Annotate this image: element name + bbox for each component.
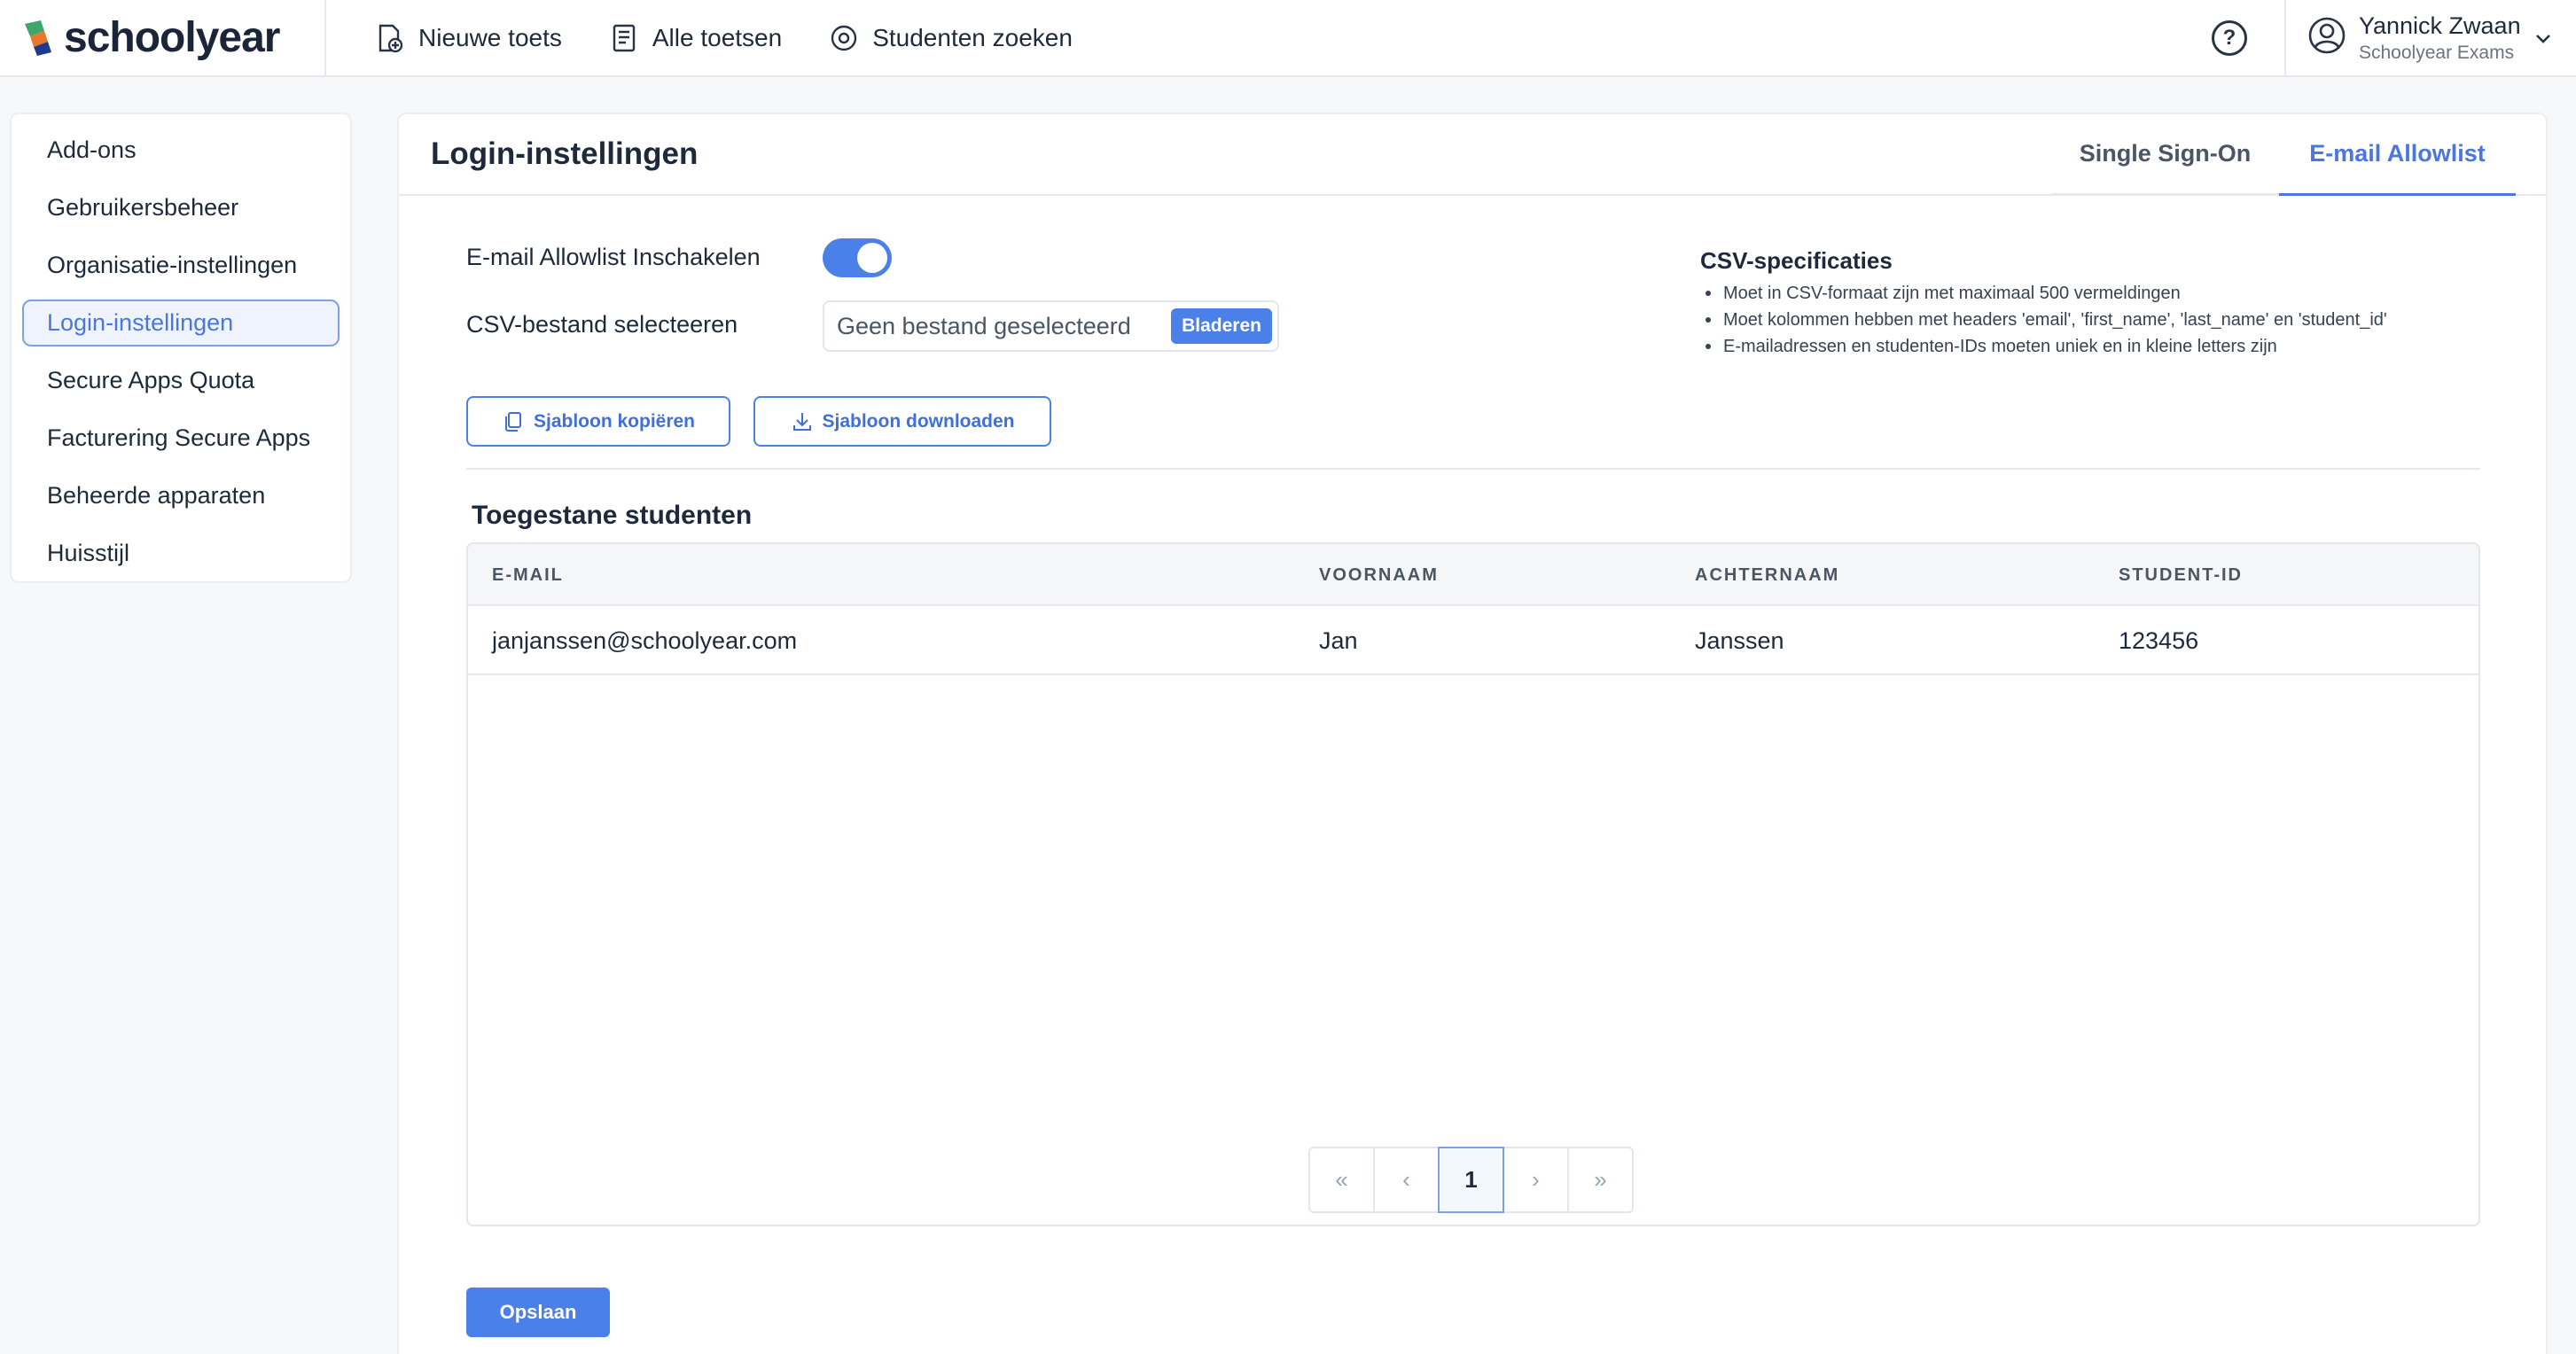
csv-file-input[interactable]: Geen bestand geselecteerd Bladeren — [823, 300, 1279, 352]
cell-last-name: Janssen — [1695, 626, 1784, 654]
allowed-students-title: Toegestane studenten — [472, 501, 753, 530]
current-page-button[interactable]: 1 — [1438, 1147, 1504, 1213]
pagination: « ‹ 1 › » — [1308, 1147, 1634, 1213]
sidebar-item-login-settings[interactable]: Login-instellingen — [22, 300, 340, 346]
settings-sidebar: Add-ons Gebruikersbeheer Organisatie-ins… — [10, 113, 352, 583]
toggle-label: E-mail Allowlist Inschakelen — [466, 244, 761, 270]
nav-all-exams[interactable]: Alle toetsen — [608, 22, 782, 54]
copy-icon — [504, 411, 521, 432]
brand-name: schoolyear — [64, 14, 280, 61]
document-list-icon — [613, 24, 636, 51]
section-divider — [466, 468, 2480, 470]
last-page-button[interactable]: » — [1567, 1147, 1634, 1213]
nav-search-students-label: Studenten zoeken — [872, 23, 1073, 51]
download-template-label: Sjabloon downloaden — [822, 410, 1015, 432]
allowed-students-table: E-MAIL VOORNAAM ACHTERNAAM STUDENT-ID ja… — [466, 542, 2480, 1226]
copy-template-label: Sjabloon kopiëren — [533, 410, 696, 432]
email-allowlist-toggle[interactable] — [823, 238, 892, 277]
next-page-button[interactable]: › — [1503, 1147, 1569, 1213]
file-placeholder: Geen bestand geselecteerd — [837, 312, 1131, 339]
user-info: Yannick Zwaan Schoolyear Exams — [2359, 12, 2521, 65]
sidebar-item-secure-apps-quota[interactable]: Secure Apps Quota — [22, 357, 340, 404]
page-title: Login-instellingen — [431, 136, 699, 171]
nav-new-exam[interactable]: Nieuwe toets — [374, 22, 562, 54]
save-button[interactable]: Opslaan — [466, 1288, 610, 1337]
download-template-button[interactable]: Sjabloon downloaden — [753, 396, 1051, 447]
at-search-icon — [831, 25, 857, 51]
nav-all-exams-label: Alle toetsen — [652, 23, 783, 51]
user-avatar-icon — [2307, 16, 2346, 59]
cell-student-id: 123456 — [2119, 626, 2199, 654]
toggle-knob — [857, 243, 887, 273]
csv-specs-title: CSV-specificaties — [1700, 247, 1893, 274]
toggle-row: E-mail Allowlist Inschakelen — [466, 244, 761, 271]
column-header-last-name[interactable]: ACHTERNAAM — [1695, 544, 1839, 606]
new-exam-icon — [379, 24, 403, 52]
column-header-email[interactable]: E-MAIL — [492, 544, 564, 606]
cell-email: janjanssen@schoolyear.com — [492, 626, 798, 654]
browse-button[interactable]: Bladeren — [1171, 308, 1272, 344]
user-name: Yannick Zwaan — [2359, 12, 2521, 39]
nav-search-students[interactable]: Studenten zoeken — [828, 22, 1073, 54]
user-org: Schoolyear Exams — [2359, 43, 2515, 64]
spec-item: Moet kolommen hebben met headers 'email'… — [1700, 307, 2387, 333]
csv-specs: CSV-specificaties Moet in CSV-formaat zi… — [1700, 247, 2387, 360]
download-icon — [792, 412, 811, 431]
schoolyear-logo-icon — [25, 19, 51, 56]
sidebar-item-managed-devices[interactable]: Beheerde apparaten — [22, 472, 340, 519]
help-icon[interactable]: ? — [2212, 19, 2247, 56]
tab-single-sign-on[interactable]: Single Sign-On — [2051, 114, 2279, 196]
first-page-button[interactable]: « — [1308, 1147, 1375, 1213]
copy-template-button[interactable]: Sjabloon kopiëren — [466, 396, 730, 447]
csv-row: CSV-bestand selecteeren — [466, 311, 738, 338]
user-menu[interactable]: Yannick Zwaan Schoolyear Exams — [2284, 0, 2576, 76]
card-header: Login-instellingen Single Sign-On E-mail… — [399, 114, 2546, 196]
sidebar-item-branding[interactable]: Huisstijl — [22, 530, 340, 577]
cell-first-name: Jan — [1319, 626, 1358, 654]
table-row[interactable]: janjanssen@schoolyear.com Jan Janssen 12… — [468, 606, 2478, 675]
top-right: ? Yannick Zwaan Schoolyear Exams — [2212, 0, 2576, 76]
column-header-student-id[interactable]: STUDENT-ID — [2119, 544, 2243, 606]
top-nav: Nieuwe toets Alle toetsen Studenten zoek… — [326, 0, 1073, 76]
tab-email-allowlist[interactable]: E-mail Allowlist — [2279, 114, 2516, 196]
brand-logo[interactable]: schoolyear — [0, 0, 326, 76]
table-header: E-MAIL VOORNAAM ACHTERNAAM STUDENT-ID — [468, 544, 2478, 606]
sidebar-item-add-ons[interactable]: Add-ons — [22, 127, 340, 174]
top-bar: schoolyear Nieuwe toets Alle toetsen Stu… — [0, 0, 2576, 77]
column-header-first-name[interactable]: VOORNAAM — [1319, 544, 1439, 606]
tabs: Single Sign-On E-mail Allowlist — [2051, 114, 2516, 196]
spec-item: E-mailadressen en studenten-IDs moeten u… — [1700, 333, 2387, 360]
spec-item: Moet in CSV-formaat zijn met maximaal 50… — [1700, 280, 2387, 307]
sidebar-item-billing-secure-apps[interactable]: Facturering Secure Apps — [22, 415, 340, 462]
login-settings-card: Login-instellingen Single Sign-On E-mail… — [397, 113, 2548, 1354]
sidebar-item-organisation-settings[interactable]: Organisatie-instellingen — [22, 242, 340, 289]
chevron-down-icon — [2535, 34, 2550, 43]
sidebar-item-user-management[interactable]: Gebruikersbeheer — [22, 184, 340, 231]
csv-label: CSV-bestand selecteeren — [466, 311, 738, 338]
nav-new-exam-label: Nieuwe toets — [418, 23, 562, 51]
csv-specs-list: Moet in CSV-formaat zijn met maximaal 50… — [1700, 280, 2387, 360]
previous-page-button[interactable]: ‹ — [1373, 1147, 1440, 1213]
